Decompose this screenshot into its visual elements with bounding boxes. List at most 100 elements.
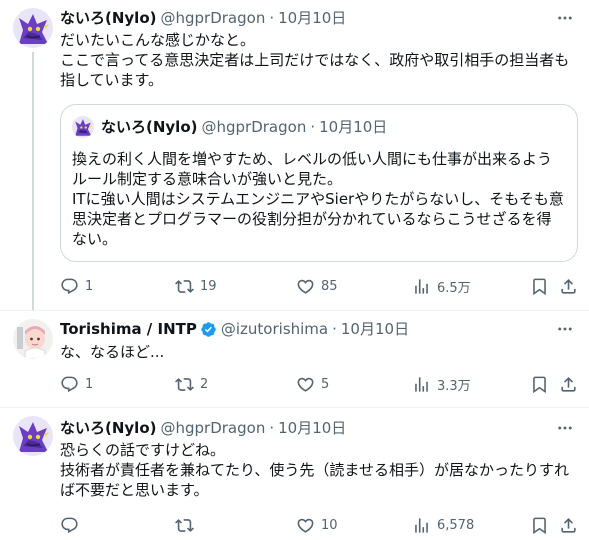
share-button[interactable] xyxy=(559,514,578,536)
quote-text: 換えの利く人間を増やすため、レベルの低い人間にも仕事が出来るよう ルール制定する… xyxy=(72,149,572,249)
display-name[interactable]: ないろ(Nylo) xyxy=(60,8,157,28)
tweet-text: な、なるほど... xyxy=(60,342,575,362)
tweet-header: ないろ(Nylo) @hgprDragon · 10月10日 xyxy=(60,8,346,28)
reply-icon xyxy=(60,277,79,296)
views-button[interactable]: 6.5万 xyxy=(412,275,471,297)
more-options-button[interactable] xyxy=(555,319,575,339)
repost-button[interactable]: 19 xyxy=(175,275,217,297)
separator-dot: · xyxy=(332,320,337,338)
repost-button[interactable] xyxy=(175,514,200,536)
bookmark-button[interactable] xyxy=(530,514,549,536)
dragon-avatar-image xyxy=(13,8,53,48)
reply-icon xyxy=(60,375,79,394)
quote-text-line: 換えの利く人間を増やすため、レベルの低い人間にも仕事が出来るよう xyxy=(72,150,553,168)
quoted-tweet-card[interactable]: ないろ(Nylo) @hgprDragon · 10月10日 換えの利く人間を増… xyxy=(60,104,578,262)
like-button[interactable]: 10 xyxy=(296,514,338,536)
more-options-button[interactable] xyxy=(555,418,575,438)
bookmark-button[interactable] xyxy=(530,275,549,297)
quote-header: ないろ(Nylo) @hgprDragon · 10月10日 xyxy=(101,117,387,137)
user-handle[interactable]: @hgprDragon xyxy=(161,8,266,28)
bookmark-icon xyxy=(530,516,549,535)
tweet-header: ないろ(Nylo) @hgprDragon · 10月10日 xyxy=(60,418,346,438)
tweet-date[interactable]: 10月10日 xyxy=(278,418,346,438)
views-chart-icon xyxy=(412,277,431,296)
views-button[interactable]: 6,578 xyxy=(412,514,474,536)
bookmark-button[interactable] xyxy=(530,373,549,395)
more-horizontal-icon xyxy=(556,419,574,437)
bookmark-icon xyxy=(530,375,549,394)
heart-icon xyxy=(296,277,315,296)
separator-dot: · xyxy=(310,118,316,136)
heart-icon xyxy=(296,516,315,535)
quote-text-line: ITに強い人間はシステムエンジニアやSierやりたがらないし、そもそも意 xyxy=(72,190,564,208)
tweet[interactable]: ないろ(Nylo) @hgprDragon · 10月10日 だいたいこんな感じ… xyxy=(0,0,589,310)
dragon-avatar-image xyxy=(13,416,53,456)
action-bar: 1 2 5 3.3万 xyxy=(60,373,578,395)
tweet-text-line: 恐らくの話ですけどね。 xyxy=(60,441,226,459)
views-chart-icon xyxy=(412,516,431,535)
verified-badge-icon xyxy=(200,321,217,338)
more-options-button[interactable] xyxy=(555,8,575,28)
display-name[interactable]: Torishima / INTP xyxy=(60,319,197,339)
user-handle[interactable]: @hgprDragon xyxy=(161,418,266,438)
views-button[interactable]: 3.3万 xyxy=(412,373,471,395)
separator-dot: · xyxy=(269,9,275,27)
views-count: 3.3万 xyxy=(437,378,471,394)
like-count: 5 xyxy=(321,376,330,392)
action-bar: 10 6,578 xyxy=(60,514,578,536)
action-bar: 1 19 85 6.5万 xyxy=(60,275,578,297)
quote-date: 10月10日 xyxy=(319,118,388,136)
tweet[interactable]: ないろ(Nylo) @hgprDragon · 10月10日 恐らくの話ですけど… xyxy=(0,408,589,540)
heart-icon xyxy=(296,375,315,394)
views-count: 6.5万 xyxy=(437,280,471,296)
reply-icon xyxy=(60,516,79,535)
tweet[interactable]: Torishima / INTP @izutorishima · 10月10日 … xyxy=(0,311,589,406)
tweet-header: Torishima / INTP @izutorishima · 10月10日 xyxy=(60,319,409,339)
avatar[interactable] xyxy=(13,319,53,359)
reply-button[interactable]: 1 xyxy=(60,373,93,395)
repost-count: 2 xyxy=(200,376,209,392)
user-handle[interactable]: @izutorishima xyxy=(221,319,328,339)
like-button[interactable]: 5 xyxy=(296,373,329,395)
more-horizontal-icon xyxy=(556,9,574,27)
share-button[interactable] xyxy=(559,373,578,395)
reply-count: 1 xyxy=(85,376,94,392)
tweet-date[interactable]: 10月10日 xyxy=(341,319,409,339)
quote-avatar xyxy=(72,116,94,138)
separator-dot: · xyxy=(269,419,275,437)
quote-user-handle: @hgprDragon xyxy=(201,118,307,136)
repost-icon xyxy=(175,277,194,296)
like-count: 10 xyxy=(321,517,338,533)
tweet-text-line: ここで言ってる意思決定者は上司だけではなく、政府や取引相手の担当者も xyxy=(60,51,570,69)
bookmark-icon xyxy=(530,277,549,296)
more-horizontal-icon xyxy=(556,320,574,338)
quote-text-line: 思決定者とプログラマーの役割分担が分かれているならこうせざるを得 xyxy=(72,210,552,228)
reply-button[interactable] xyxy=(60,514,85,536)
quote-text-line: ない。 xyxy=(72,230,118,248)
tweet-text-line: ば不要だと思います。 xyxy=(60,481,209,499)
reply-count: 1 xyxy=(85,278,94,294)
repost-icon xyxy=(175,375,194,394)
repost-icon xyxy=(175,516,194,535)
tweet-text-line: 技術者が責任者を兼ねてたり、使う先（読ませる相手）が居なかったりすれ xyxy=(60,461,569,479)
views-count: 6,578 xyxy=(437,517,475,533)
like-count: 85 xyxy=(321,278,338,294)
tweet-text-line: な、なるほど... xyxy=(60,343,165,361)
share-icon xyxy=(559,277,578,296)
views-chart-icon xyxy=(412,375,431,394)
dragon-avatar-image xyxy=(72,116,94,138)
reply-button[interactable]: 1 xyxy=(60,275,93,297)
share-icon xyxy=(559,516,578,535)
tweet-text-line: だいたいこんな感じかなと。 xyxy=(60,31,256,49)
like-button[interactable]: 85 xyxy=(296,275,338,297)
repost-count: 19 xyxy=(200,278,217,294)
quote-display-name: ないろ(Nylo) xyxy=(101,118,198,136)
avatar[interactable] xyxy=(13,8,53,48)
display-name[interactable]: ないろ(Nylo) xyxy=(60,418,157,438)
avatar[interactable] xyxy=(13,416,53,456)
repost-button[interactable]: 2 xyxy=(175,373,208,395)
tweet-text-line: 指しています。 xyxy=(60,71,164,89)
tweet-date[interactable]: 10月10日 xyxy=(278,8,346,28)
share-button[interactable] xyxy=(559,275,578,297)
tweet-text: だいたいこんな感じかなと。 ここで言ってる意思決定者は上司だけではなく、政府や取… xyxy=(60,30,575,90)
